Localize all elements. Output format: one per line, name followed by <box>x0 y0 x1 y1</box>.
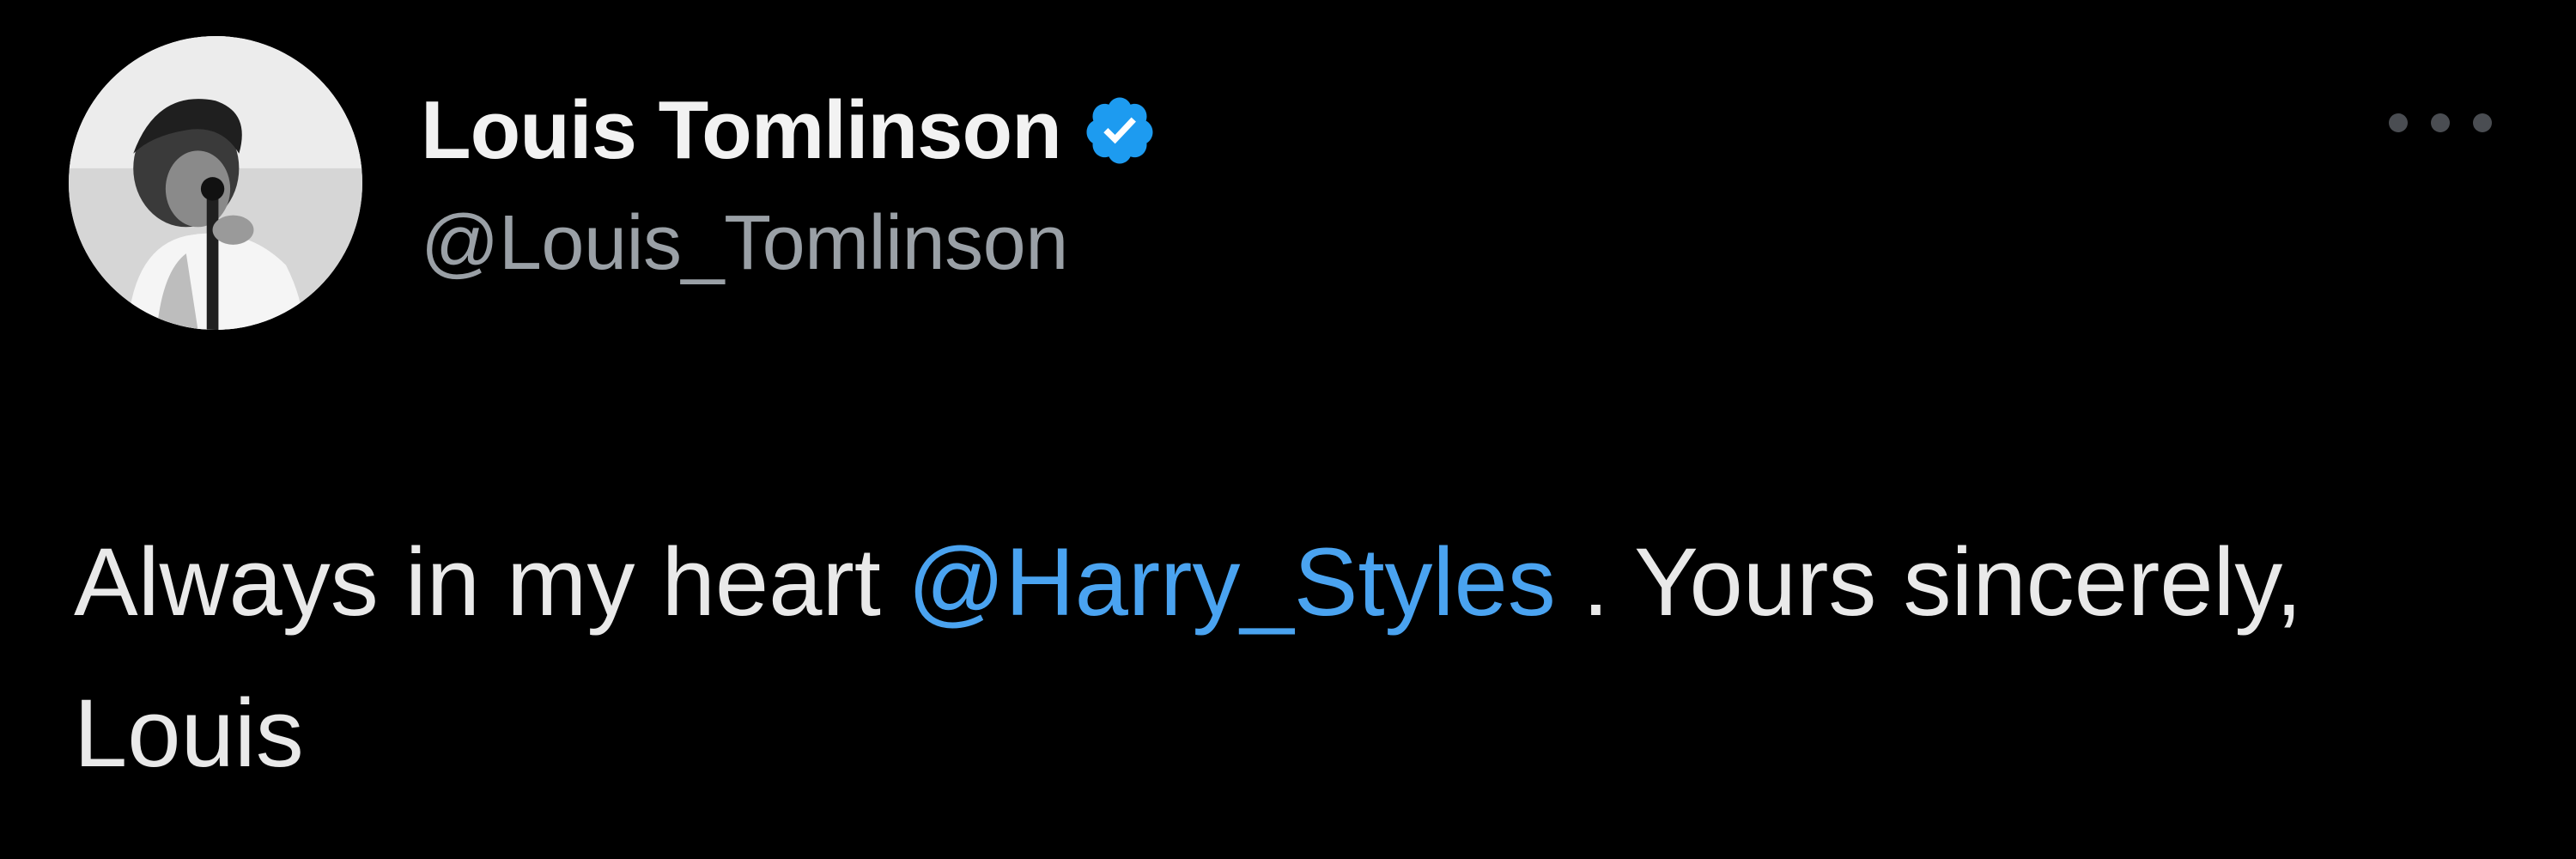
tweet-text: Always in my heart @Harry_Styles . Yours… <box>74 507 2392 809</box>
more-dot <box>2473 113 2492 132</box>
avatar[interactable] <box>69 36 362 330</box>
more-dot <box>2389 113 2408 132</box>
verified-badge-icon <box>1082 93 1157 168</box>
mention-link[interactable]: @Harry_Styles <box>908 528 1556 636</box>
author-display-name[interactable]: Louis Tomlinson <box>421 83 1062 178</box>
profile-photo <box>69 36 362 330</box>
author-name-row: Louis Tomlinson <box>421 82 1157 179</box>
more-dot <box>2431 113 2450 132</box>
tweet-text-part-1: Always in my heart <box>74 528 908 636</box>
more-options-icon[interactable] <box>2389 101 2492 144</box>
author-handle[interactable]: @Louis_Tomlinson <box>421 199 1068 288</box>
tweet: Louis Tomlinson @Louis_Tomlinson Always … <box>0 0 2576 859</box>
